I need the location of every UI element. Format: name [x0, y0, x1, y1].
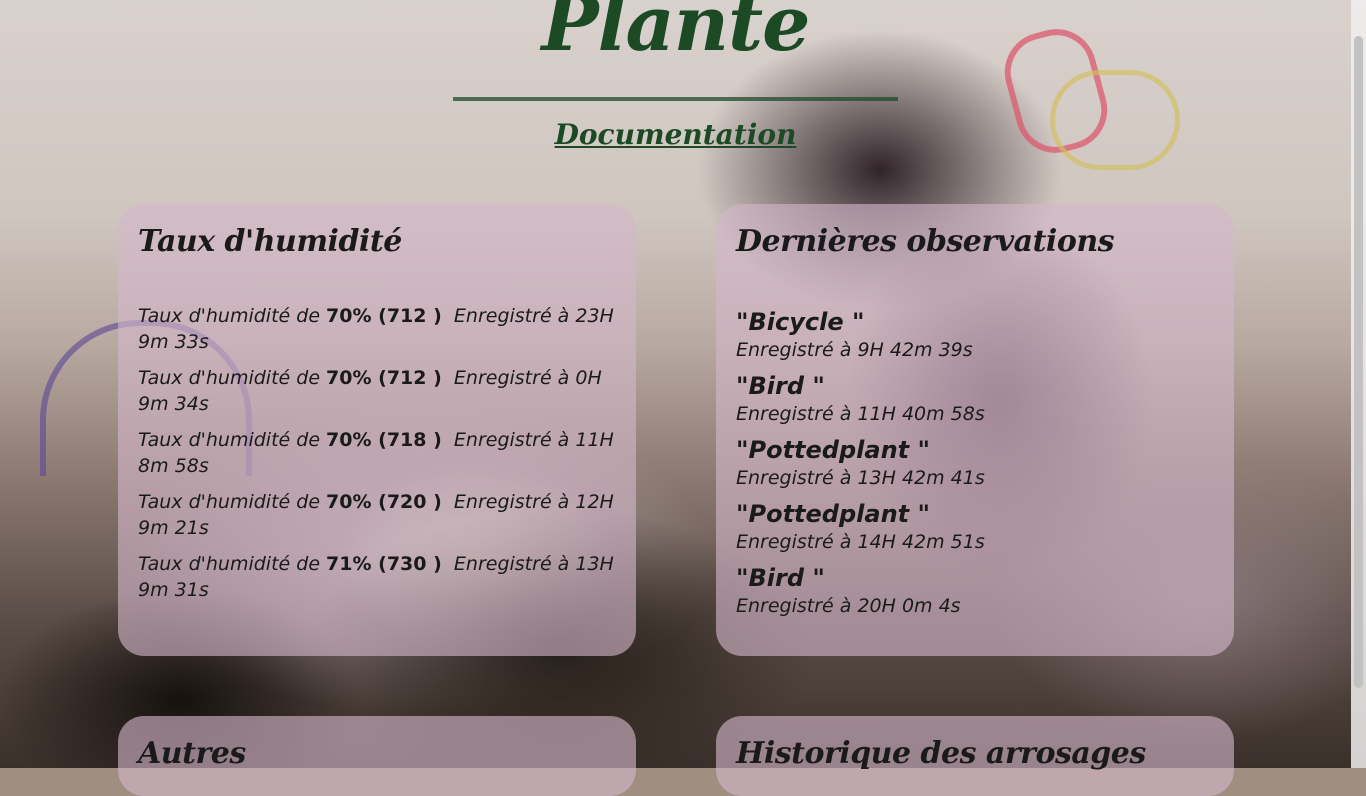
- observations-card-title: Dernières observations: [736, 224, 1115, 259]
- others-card-title: Autres: [138, 736, 246, 771]
- observation-entry: "Bird " Enregistré à 20H 0m 4s: [736, 563, 1214, 619]
- observations-card: Dernières observations "Bicycle " Enregi…: [716, 204, 1234, 656]
- humidity-entry-prefix: Taux d'humidité de: [138, 429, 327, 451]
- humidity-entry: Taux d'humidité de 70% (712 ) Enregistré…: [138, 303, 616, 355]
- observation-time: Enregistré à 20H 0m 4s: [736, 595, 961, 617]
- documentation-link[interactable]: Documentation: [0, 118, 1351, 151]
- scrollbar-thumb[interactable]: [1354, 36, 1363, 688]
- observation-time: Enregistré à 11H 40m 58s: [736, 403, 985, 425]
- observation-label: "Bird ": [736, 372, 825, 400]
- watering-history-card: Historique des arrosages: [716, 716, 1234, 796]
- humidity-entry-prefix: Taux d'humidité de: [138, 491, 327, 513]
- observations-list: "Bicycle " Enregistré à 9H 42m 39s "Bird…: [736, 307, 1214, 619]
- humidity-entry-value: 70% (712 ): [326, 367, 442, 389]
- observation-entry: "Pottedplant " Enregistré à 13H 42m 41s: [736, 435, 1214, 491]
- watering-history-card-title: Historique des arrosages: [736, 736, 1146, 771]
- humidity-entry-value: 70% (718 ): [326, 429, 442, 451]
- humidity-entry-prefix: Taux d'humidité de: [138, 367, 327, 389]
- humidity-card: Taux d'humidité Taux d'humidité de 70% (…: [118, 204, 636, 656]
- humidity-card-title: Taux d'humidité: [138, 224, 402, 259]
- humidity-entry: Taux d'humidité de 71% (730 ) Enregistré…: [138, 551, 616, 603]
- humidity-entry: Taux d'humidité de 70% (718 ) Enregistré…: [138, 427, 616, 479]
- observation-entry: "Bicycle " Enregistré à 9H 42m 39s: [736, 307, 1214, 363]
- observation-label: "Pottedplant ": [736, 436, 931, 464]
- title-divider: [453, 97, 898, 101]
- observation-entry: "Bird " Enregistré à 11H 40m 58s: [736, 371, 1214, 427]
- page-title: Plante: [541, 0, 811, 68]
- humidity-entry-value: 70% (712 ): [326, 305, 442, 327]
- humidity-entry-value: 70% (720 ): [326, 491, 442, 513]
- observation-time: Enregistré à 13H 42m 41s: [736, 467, 985, 489]
- humidity-entry-prefix: Taux d'humidité de: [138, 305, 327, 327]
- humidity-entry: Taux d'humidité de 70% (720 ) Enregistré…: [138, 489, 616, 541]
- observation-label: "Bird ": [736, 564, 825, 592]
- observation-time: Enregistré à 9H 42m 39s: [736, 339, 973, 361]
- vertical-scrollbar[interactable]: [1351, 0, 1366, 768]
- observation-time: Enregistré à 14H 42m 51s: [736, 531, 985, 553]
- humidity-entry-value: 71% (730 ): [326, 553, 442, 575]
- humidity-entry: Taux d'humidité de 70% (712 ) Enregistré…: [138, 365, 616, 417]
- observation-label: "Pottedplant ": [736, 500, 931, 528]
- others-card: Autres: [118, 716, 636, 796]
- humidity-entry-prefix: Taux d'humidité de: [138, 553, 327, 575]
- observation-label: "Bicycle ": [736, 308, 865, 336]
- observation-entry: "Pottedplant " Enregistré à 14H 42m 51s: [736, 499, 1214, 555]
- humidity-list: Taux d'humidité de 70% (712 ) Enregistré…: [138, 303, 616, 603]
